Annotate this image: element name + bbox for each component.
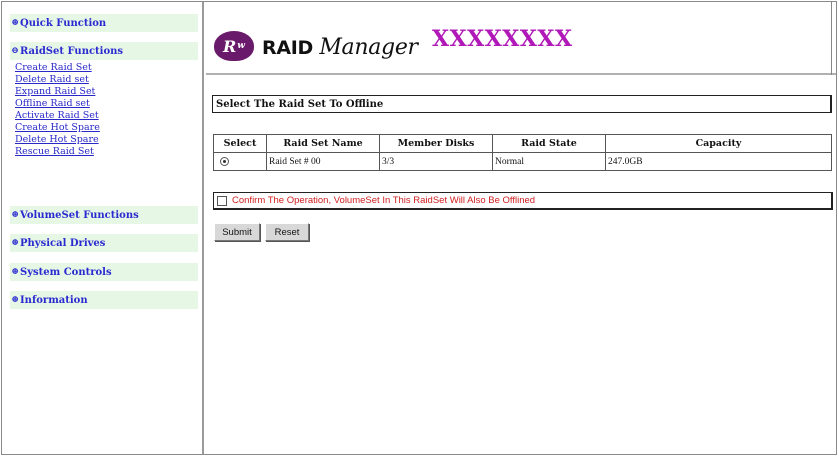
header-banner: Rw RAID Manager XXXXXXXX [206, 2, 836, 75]
sidebar-link-create-raid-set[interactable]: Create Raid Set [15, 62, 100, 74]
sidebar-section-label: System Controls [20, 266, 112, 278]
column-header-select: Select [213, 134, 267, 153]
expand-bullet-icon: ⊕ [11, 295, 19, 305]
capacity-cell: 247.0GB [605, 152, 832, 171]
submit-button[interactable]: Submit [214, 223, 260, 241]
app-logo-text: RAID Manager [262, 35, 418, 60]
raidset-links: Create Raid Set Delete Raid set Expand R… [15, 62, 100, 158]
confirm-checkbox[interactable] [217, 195, 227, 206]
raid-set-name-cell: Raid Set # 00 [266, 152, 380, 171]
table-header-row: Select Raid Set Name Member Disks Raid S… [213, 134, 832, 153]
sidebar-section-label: Physical Drives [20, 237, 106, 249]
raid-set-radio-button[interactable] [220, 156, 229, 166]
raid-set-table: Select Raid Set Name Member Disks Raid S… [213, 134, 832, 171]
expand-bullet-icon: ⊕ [11, 267, 19, 277]
column-header-raid-set-name: Raid Set Name [266, 134, 380, 153]
sidebar-link-delete-hot-spare[interactable]: Delete Hot Spare [15, 134, 100, 146]
raid-manager-logo-icon: Rw [214, 31, 254, 61]
sidebar-link-rescue-raid-set[interactable]: Rescue Raid Set [15, 146, 100, 158]
sidebar-section-label: VolumeSet Functions [20, 209, 139, 221]
confirm-label: Confirm The Operation, VolumeSet In This… [232, 195, 536, 206]
main-panel: Rw RAID Manager XXXXXXXX Select The Raid… [206, 2, 836, 454]
logo-word-manager: Manager [319, 35, 418, 60]
header-scrollbar[interactable] [831, 2, 836, 75]
expand-bullet-icon: ⊕ [11, 18, 19, 28]
collapse-bullet-icon: ⊖ [11, 46, 19, 56]
raid-state-cell: Normal [492, 152, 606, 171]
sidebar-section-volumeset-functions[interactable]: ⊕ VolumeSet Functions [10, 206, 198, 224]
sidebar-section-label: Information [20, 294, 88, 306]
sidebar-link-activate-raid-set[interactable]: Activate Raid Set [15, 110, 100, 122]
expand-bullet-icon: ⊕ [11, 210, 19, 220]
page-title: Select The Raid Set To Offline [212, 95, 832, 113]
sidebar-link-delete-raid-set[interactable]: Delete Raid set [15, 74, 100, 86]
confirm-operation-row: Confirm The Operation, VolumeSet In This… [213, 192, 833, 210]
sidebar-section-system-controls[interactable]: ⊕ System Controls [10, 263, 198, 281]
table-row: Raid Set # 00 3/3 Normal 247.0GB [213, 152, 832, 171]
reset-button[interactable]: Reset [265, 223, 309, 241]
model-name: XXXXXXXX [432, 26, 573, 52]
sidebar-link-offline-raid-set[interactable]: Offline Raid set [15, 98, 100, 110]
sidebar-section-label: Quick Function [20, 17, 107, 29]
sidebar-section-quick-function[interactable]: ⊕ Quick Function [10, 14, 198, 32]
select-cell [213, 152, 267, 171]
sidebar: ⊕ Quick Function ⊖ RaidSet Functions Cre… [2, 2, 204, 454]
sidebar-section-raidset-functions[interactable]: ⊖ RaidSet Functions [10, 42, 198, 60]
column-header-member-disks: Member Disks [379, 134, 493, 153]
sidebar-link-expand-raid-set[interactable]: Expand Raid Set [15, 86, 100, 98]
column-header-capacity: Capacity [605, 134, 832, 153]
logo-word-raid: RAID [262, 37, 313, 59]
column-header-raid-state: Raid State [492, 134, 606, 153]
sidebar-section-label: RaidSet Functions [20, 45, 124, 57]
sidebar-link-create-hot-spare[interactable]: Create Hot Spare [15, 122, 100, 134]
sidebar-section-information[interactable]: ⊕ Information [10, 291, 198, 309]
app-frame: ⊕ Quick Function ⊖ RaidSet Functions Cre… [1, 1, 837, 455]
expand-bullet-icon: ⊕ [11, 238, 19, 248]
sidebar-section-physical-drives[interactable]: ⊕ Physical Drives [10, 234, 198, 252]
member-disks-cell: 3/3 [379, 152, 493, 171]
